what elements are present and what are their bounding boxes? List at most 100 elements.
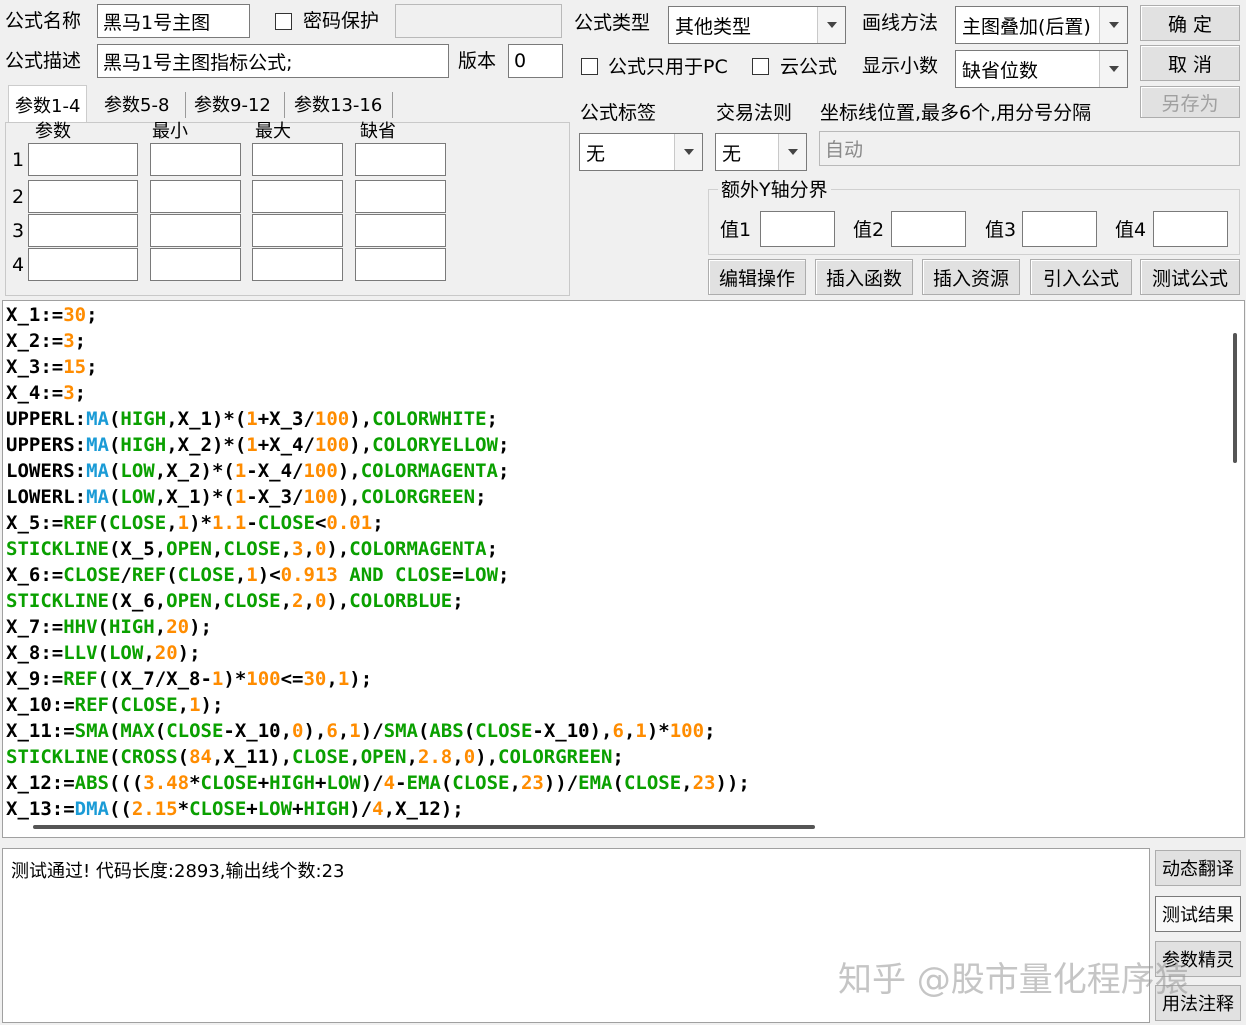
code-token: CROSS xyxy=(120,746,178,768)
param-max-input[interactable] xyxy=(252,248,343,281)
tab-params-1-4[interactable]: 参数1-4 xyxy=(8,85,88,123)
code-line[interactable]: LOWERS:MA(LOW,X_2)*(1-X_4/100),COLORMAGE… xyxy=(6,458,750,484)
code-line[interactable]: X_11:=SMA(MAX(CLOSE-X_10,0),6,1)/SMA(ABS… xyxy=(6,718,750,744)
code-token: 1.1 xyxy=(211,512,247,534)
code-line[interactable]: STICKLINE(X_6,OPEN,CLOSE,2,0),COLORBLUE; xyxy=(6,588,750,614)
chevron-down-icon[interactable] xyxy=(817,7,845,43)
test-result-button[interactable]: 测试结果 xyxy=(1155,896,1241,932)
y-value-3-input[interactable] xyxy=(1022,211,1097,247)
import-formula-button[interactable]: 引入公式 xyxy=(1030,259,1132,295)
param-min-input[interactable] xyxy=(150,180,241,213)
code-line[interactable]: STICKLINE(CROSS(84,X_11),CLOSE,OPEN,2.8,… xyxy=(6,744,750,770)
formula-type-select[interactable]: 其他类型 xyxy=(668,6,846,44)
code-line[interactable]: X_6:=CLOSE/REF(CLOSE,1)<0.913 AND CLOSE=… xyxy=(6,562,750,588)
code-token: MA xyxy=(86,486,109,508)
chevron-down-icon[interactable] xyxy=(1099,51,1127,87)
pc-only-checkbox[interactable] xyxy=(581,58,598,75)
formula-name-input[interactable]: 黑马1号主图 xyxy=(97,4,250,38)
code-line[interactable]: STICKLINE(X_5,OPEN,CLOSE,3,0),COLORMAGEN… xyxy=(6,536,750,562)
insert-resource-button[interactable]: 插入资源 xyxy=(922,259,1020,295)
code-line[interactable]: X_7:=HHV(HIGH,20); xyxy=(6,614,750,640)
param-min-input[interactable] xyxy=(150,248,241,281)
code-line[interactable]: X_4:=3; xyxy=(6,380,750,406)
chevron-down-icon[interactable] xyxy=(1099,7,1127,43)
trade-rule-select[interactable]: 无 xyxy=(715,133,807,171)
param-max-input[interactable] xyxy=(252,180,343,213)
tab-params-5-8[interactable]: 参数5-8 xyxy=(98,87,175,121)
y-value-2-label: 值2 xyxy=(853,219,885,241)
param-wizard-button[interactable]: 参数精灵 xyxy=(1155,941,1241,977)
edit-ops-button[interactable]: 编辑操作 xyxy=(708,259,806,295)
tab-params-9-12[interactable]: 参数9-12 xyxy=(188,87,277,121)
code-token: X_4:= xyxy=(6,382,64,404)
version-label: 版本 xyxy=(458,50,497,72)
param-max-input[interactable] xyxy=(252,143,343,176)
code-token: + xyxy=(257,772,270,794)
decimal-select[interactable]: 缺省位数 xyxy=(955,50,1128,88)
y-value-4-input[interactable] xyxy=(1153,211,1228,247)
insert-function-button[interactable]: 插入函数 xyxy=(815,259,913,295)
param-name-input[interactable] xyxy=(28,214,138,247)
horizontal-scroll-thumb[interactable] xyxy=(33,825,815,829)
usage-notes-button[interactable]: 用法注释 xyxy=(1155,985,1241,1021)
y-value-2-input[interactable] xyxy=(891,211,966,247)
tab-params-13-16[interactable]: 参数13-16 xyxy=(288,87,388,121)
cancel-button[interactable]: 取 消 xyxy=(1140,45,1240,81)
code-line[interactable]: X_1:=30; xyxy=(6,302,750,328)
code-token: 4 xyxy=(372,798,384,820)
code-token: 0 xyxy=(314,538,327,560)
code-text[interactable]: X_1:=30; X_2:=3; X_3:=15; X_4:=3; UPPERL:MA(… xyxy=(6,302,750,822)
code-line[interactable]: LOWERL:MA(LOW,X_1)*(1-X_3/100),COLORGREE… xyxy=(6,484,750,510)
code-line[interactable]: X_9:=REF((X_7/X_8-1)*100<=30,1); xyxy=(6,666,750,692)
param-name-input[interactable] xyxy=(28,248,138,281)
code-token: 2.8 xyxy=(417,746,453,768)
param-max-input[interactable] xyxy=(252,214,343,247)
code-line[interactable]: X_12:=ABS(((3.48*CLOSE+HIGH+LOW)/4-EMA(C… xyxy=(6,770,750,796)
code-token: 1 xyxy=(234,460,247,482)
code-token: CLOSE xyxy=(395,564,453,586)
param-default-input[interactable] xyxy=(355,214,446,247)
test-formula-button[interactable]: 测试公式 xyxy=(1140,259,1240,295)
code-token: ( xyxy=(108,720,121,742)
param-name-input[interactable] xyxy=(28,143,138,176)
chevron-down-icon[interactable] xyxy=(674,134,702,170)
formula-desc-input[interactable]: 黑马1号主图指标公式; xyxy=(97,44,449,78)
code-line[interactable]: X_10:=REF(CLOSE,1); xyxy=(6,692,750,718)
code-token: CLOSE xyxy=(63,564,121,586)
password-checkbox[interactable] xyxy=(275,13,292,30)
vertical-scrollbar[interactable] xyxy=(1228,305,1242,815)
code-line[interactable]: UPPERL:MA(HIGH,X_1)*(1+X_3/100),COLORWHI… xyxy=(6,406,750,432)
code-token: ); xyxy=(200,694,224,716)
param-min-input[interactable] xyxy=(150,143,241,176)
y-axis-title: 额外Y轴分界 xyxy=(718,181,831,200)
code-line[interactable]: X_2:=3; xyxy=(6,328,750,354)
dynamic-translate-button[interactable]: 动态翻译 xyxy=(1155,850,1241,886)
save-as-button[interactable]: 另存为 xyxy=(1140,86,1240,118)
param-default-input[interactable] xyxy=(355,143,446,176)
y-value-1-input[interactable] xyxy=(760,211,835,247)
version-input[interactable]: 0 xyxy=(508,44,563,78)
code-token: LOWERL: xyxy=(6,486,87,508)
param-default-input[interactable] xyxy=(355,248,446,281)
code-token: 1 xyxy=(177,512,190,534)
code-line[interactable]: X_8:=LLV(LOW,20); xyxy=(6,640,750,666)
code-line[interactable]: X_5:=REF(CLOSE,1)*1.1-CLOSE<0.01; xyxy=(6,510,750,536)
draw-method-select[interactable]: 主图叠加(后置) xyxy=(955,6,1128,44)
param-name-input[interactable] xyxy=(28,180,138,213)
cloud-checkbox[interactable] xyxy=(752,58,769,75)
code-editor[interactable]: X_1:=30; X_2:=3; X_3:=15; X_4:=3; UPPERL:MA(… xyxy=(2,300,1245,838)
code-token: X_12:= xyxy=(6,772,75,794)
code-token: * xyxy=(189,772,201,794)
coord-line-input[interactable]: 自动 xyxy=(819,131,1240,166)
code-line[interactable]: UPPERS:MA(HIGH,X_2)*(1+X_4/100),COLORYEL… xyxy=(6,432,750,458)
code-token: )/ xyxy=(360,772,384,794)
formula-tag-select[interactable]: 无 xyxy=(579,133,703,171)
password-input[interactable] xyxy=(395,4,562,38)
param-default-input[interactable] xyxy=(355,180,446,213)
code-line[interactable]: X_3:=15; xyxy=(6,354,750,380)
ok-button[interactable]: 确 定 xyxy=(1140,5,1240,41)
chevron-down-icon[interactable] xyxy=(778,134,806,170)
code-line[interactable]: X_13:=DMA((2.15*CLOSE+LOW+HIGH)/4,X_12); xyxy=(6,796,750,822)
vertical-scroll-thumb[interactable] xyxy=(1233,333,1237,463)
param-min-input[interactable] xyxy=(150,214,241,247)
